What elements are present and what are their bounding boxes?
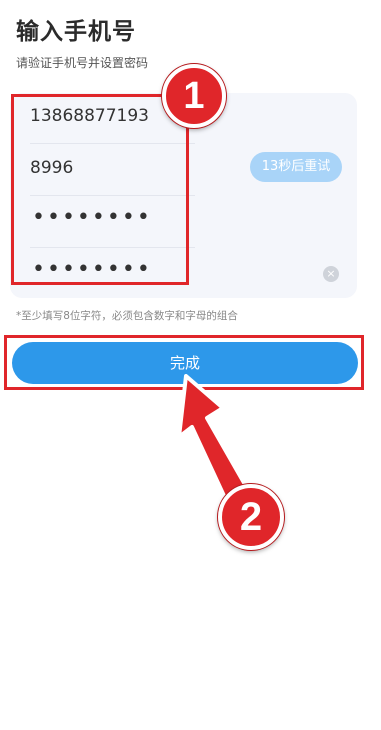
step-badge-2: 2 bbox=[218, 484, 284, 550]
step-badge-1: 1 bbox=[162, 64, 226, 128]
